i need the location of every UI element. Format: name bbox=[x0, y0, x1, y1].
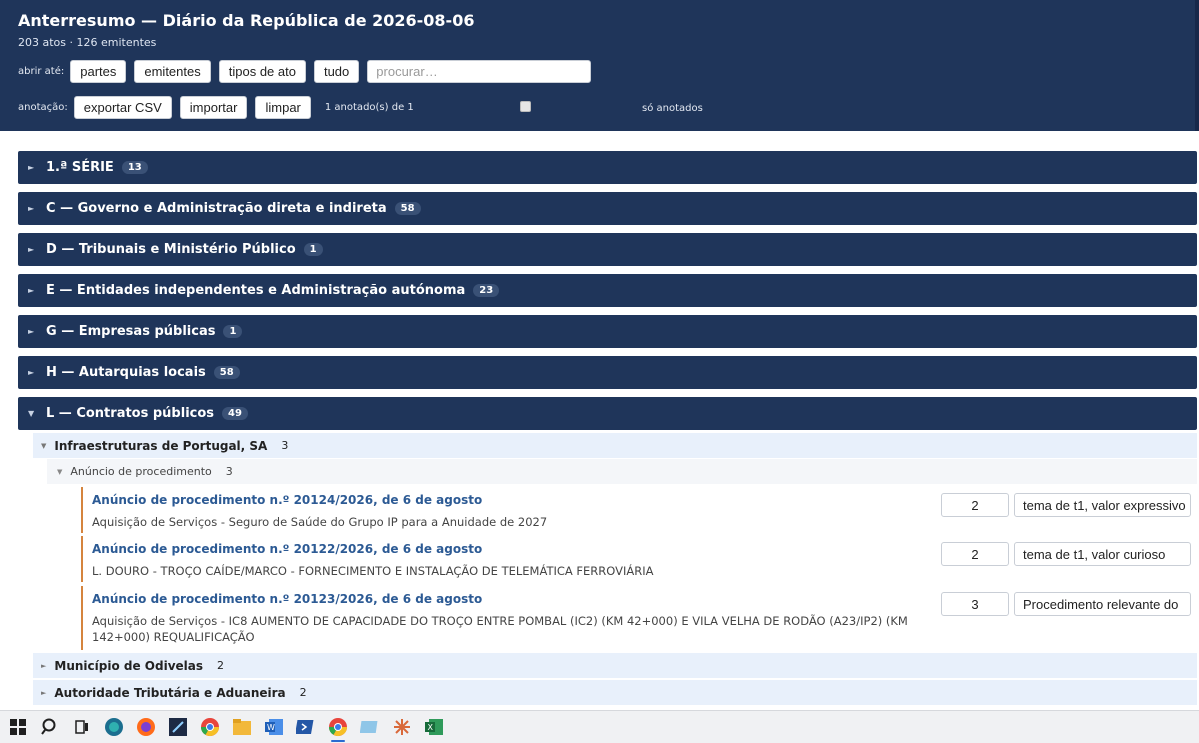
org-name: Infraestruturas de Portugal, SA bbox=[54, 438, 268, 453]
page-subtitle: 203 atos · 126 emitentes bbox=[18, 36, 157, 49]
export-csv-button[interactable]: exportar CSV bbox=[73, 95, 172, 119]
count-badge: 13 bbox=[121, 161, 148, 174]
only-annotated-checkbox[interactable] bbox=[520, 101, 531, 112]
chrome-active-icon[interactable] bbox=[322, 711, 354, 743]
open-until-label: abrir até: bbox=[18, 66, 65, 77]
collapse-arrow-icon: ▼ bbox=[28, 409, 35, 418]
expand-arrow-icon: ► bbox=[28, 204, 35, 213]
only-annotated-label: só anotados bbox=[642, 103, 703, 114]
score-input[interactable]: 3 bbox=[941, 592, 1009, 616]
collapse-arrow-icon: ▼ bbox=[41, 441, 47, 450]
expand-arrow-icon: ► bbox=[41, 661, 47, 670]
file-explorer-icon[interactable] bbox=[226, 711, 258, 743]
windows-taskbar: W X bbox=[0, 710, 1199, 743]
org-count: 3 bbox=[281, 439, 289, 452]
sections-list: ► 1.ª SÉRIE 13 ► C — Governo e Administr… bbox=[18, 151, 1197, 438]
act-title-link[interactable]: Anúncio de procedimento n.º 20123/2026, … bbox=[92, 592, 482, 606]
note-input[interactable]: tema de t1, valor curioso bbox=[1014, 542, 1191, 566]
section-g[interactable]: ► G — Empresas públicas 1 bbox=[18, 315, 1197, 348]
act-description: Aquisição de Serviços - Seguro de Saúde … bbox=[92, 515, 548, 529]
excel-icon[interactable]: X bbox=[418, 711, 450, 743]
section-title: E — Entidades independentes e Administra… bbox=[46, 283, 466, 298]
section-title: G — Empresas públicas bbox=[46, 324, 216, 339]
section-l[interactable]: ▼ L — Contratos públicos 49 bbox=[18, 397, 1197, 430]
open-until-toolbar: abrir até: partes emitentes tipos de ato… bbox=[18, 60, 592, 83]
org-row-odivelas[interactable]: ► Município de Odivelas 2 bbox=[33, 653, 1197, 678]
score-input[interactable]: 2 bbox=[941, 542, 1009, 566]
import-button[interactable]: importar bbox=[179, 95, 248, 119]
open-all-button[interactable]: tudo bbox=[313, 60, 360, 83]
expand-arrow-icon: ► bbox=[28, 245, 35, 254]
search-icon[interactable] bbox=[34, 711, 66, 743]
act-title-link[interactable]: Anúncio de procedimento n.º 20124/2026, … bbox=[92, 493, 482, 507]
expand-arrow-icon: ► bbox=[28, 368, 35, 377]
count-badge: 23 bbox=[473, 284, 500, 297]
act-description: L. DOURO - TROÇO CAÍDE/MARCO - FORNECIME… bbox=[92, 564, 654, 578]
clear-button[interactable]: limpar bbox=[255, 95, 311, 119]
annotation-toolbar: anotação: exportar CSV importar limpar 1… bbox=[18, 95, 1188, 119]
claude-icon[interactable] bbox=[386, 711, 418, 743]
note-input[interactable]: tema de t1, valor expressivo bbox=[1014, 493, 1191, 517]
act-type-count: 3 bbox=[225, 465, 233, 478]
org-name: Autoridade Tributária e Aduaneira bbox=[54, 685, 286, 700]
collapse-arrow-icon: ▼ bbox=[57, 467, 63, 476]
section-title: L — Contratos públicos bbox=[46, 406, 215, 421]
act-description: Aquisição de Serviços - IC8 AUMENTO DE C… bbox=[92, 614, 908, 644]
org-row-infraestruturas[interactable]: ▼ Infraestruturas de Portugal, SA 3 bbox=[33, 433, 1197, 458]
count-badge: 49 bbox=[222, 407, 248, 420]
expand-arrow-icon: ► bbox=[28, 327, 35, 336]
org-count: 2 bbox=[217, 659, 225, 672]
org-count: 2 bbox=[299, 686, 307, 699]
task-view-icon[interactable] bbox=[66, 711, 98, 743]
count-badge: 58 bbox=[213, 366, 240, 379]
open-act-types-button[interactable]: tipos de ato bbox=[218, 60, 306, 83]
section-h[interactable]: ► H — Autarquias locais 58 bbox=[18, 356, 1197, 389]
act-type-name: Anúncio de procedimento bbox=[70, 465, 212, 478]
svg-text:X: X bbox=[428, 723, 434, 732]
section-e[interactable]: ► E — Entidades independentes e Administ… bbox=[18, 274, 1197, 307]
act-item: Anúncio de procedimento n.º 20124/2026, … bbox=[81, 487, 1197, 533]
windows-start-icon[interactable] bbox=[2, 711, 34, 743]
header: Anterresumo — Diário da República de 202… bbox=[0, 0, 1199, 131]
svg-text:W: W bbox=[267, 723, 275, 732]
word-icon[interactable]: W bbox=[258, 711, 290, 743]
annotation-label: anotação: bbox=[18, 101, 68, 113]
expand-arrow-icon: ► bbox=[28, 163, 35, 172]
act-title-link[interactable]: Anúncio de procedimento n.º 20122/2026, … bbox=[92, 542, 482, 556]
count-badge: 58 bbox=[394, 202, 421, 215]
section-title: D — Tribunais e Ministério Público bbox=[46, 242, 296, 257]
org-name: Município de Odivelas bbox=[54, 658, 204, 673]
chrome-icon[interactable] bbox=[194, 711, 226, 743]
annotated-counter: 1 anotado(s) de 1 bbox=[324, 101, 414, 113]
expand-arrow-icon: ► bbox=[41, 688, 47, 697]
count-badge: 1 bbox=[223, 325, 243, 338]
edge-browser-icon[interactable] bbox=[98, 711, 130, 743]
org-row-autoridade-tributaria[interactable]: ► Autoridade Tributária e Aduaneira 2 bbox=[33, 680, 1197, 705]
scrollbar[interactable] bbox=[1195, 0, 1199, 131]
count-badge: 1 bbox=[303, 243, 323, 256]
section-title: C — Governo e Administração direta e ind… bbox=[46, 201, 387, 216]
act-item: Anúncio de procedimento n.º 20122/2026, … bbox=[81, 536, 1197, 582]
section-c[interactable]: ► C — Governo e Administração direta e i… bbox=[18, 192, 1197, 225]
powershell-icon[interactable] bbox=[290, 711, 322, 743]
act-item: Anúncio de procedimento n.º 20123/2026, … bbox=[81, 586, 1197, 650]
act-type-row[interactable]: ▼ Anúncio de procedimento 3 bbox=[47, 459, 1197, 484]
section-1-serie[interactable]: ► 1.ª SÉRIE 13 bbox=[18, 151, 1197, 184]
section-title: 1.ª SÉRIE bbox=[46, 160, 114, 175]
firefox-icon[interactable] bbox=[130, 711, 162, 743]
page-title: Anterresumo — Diário da República de 202… bbox=[18, 11, 475, 30]
section-d[interactable]: ► D — Tribunais e Ministério Público 1 bbox=[18, 233, 1197, 266]
score-input[interactable]: 2 bbox=[941, 493, 1009, 517]
search-input[interactable] bbox=[367, 60, 592, 83]
note-input[interactable]: Procedimento relevante do bbox=[1014, 592, 1191, 616]
code-editor-icon[interactable] bbox=[162, 711, 194, 743]
open-parts-button[interactable]: partes bbox=[70, 60, 127, 83]
expand-arrow-icon: ► bbox=[28, 286, 35, 295]
app-icon[interactable] bbox=[354, 711, 386, 743]
open-issuers-button[interactable]: emitentes bbox=[134, 60, 211, 83]
section-title: H — Autarquias locais bbox=[46, 365, 206, 380]
